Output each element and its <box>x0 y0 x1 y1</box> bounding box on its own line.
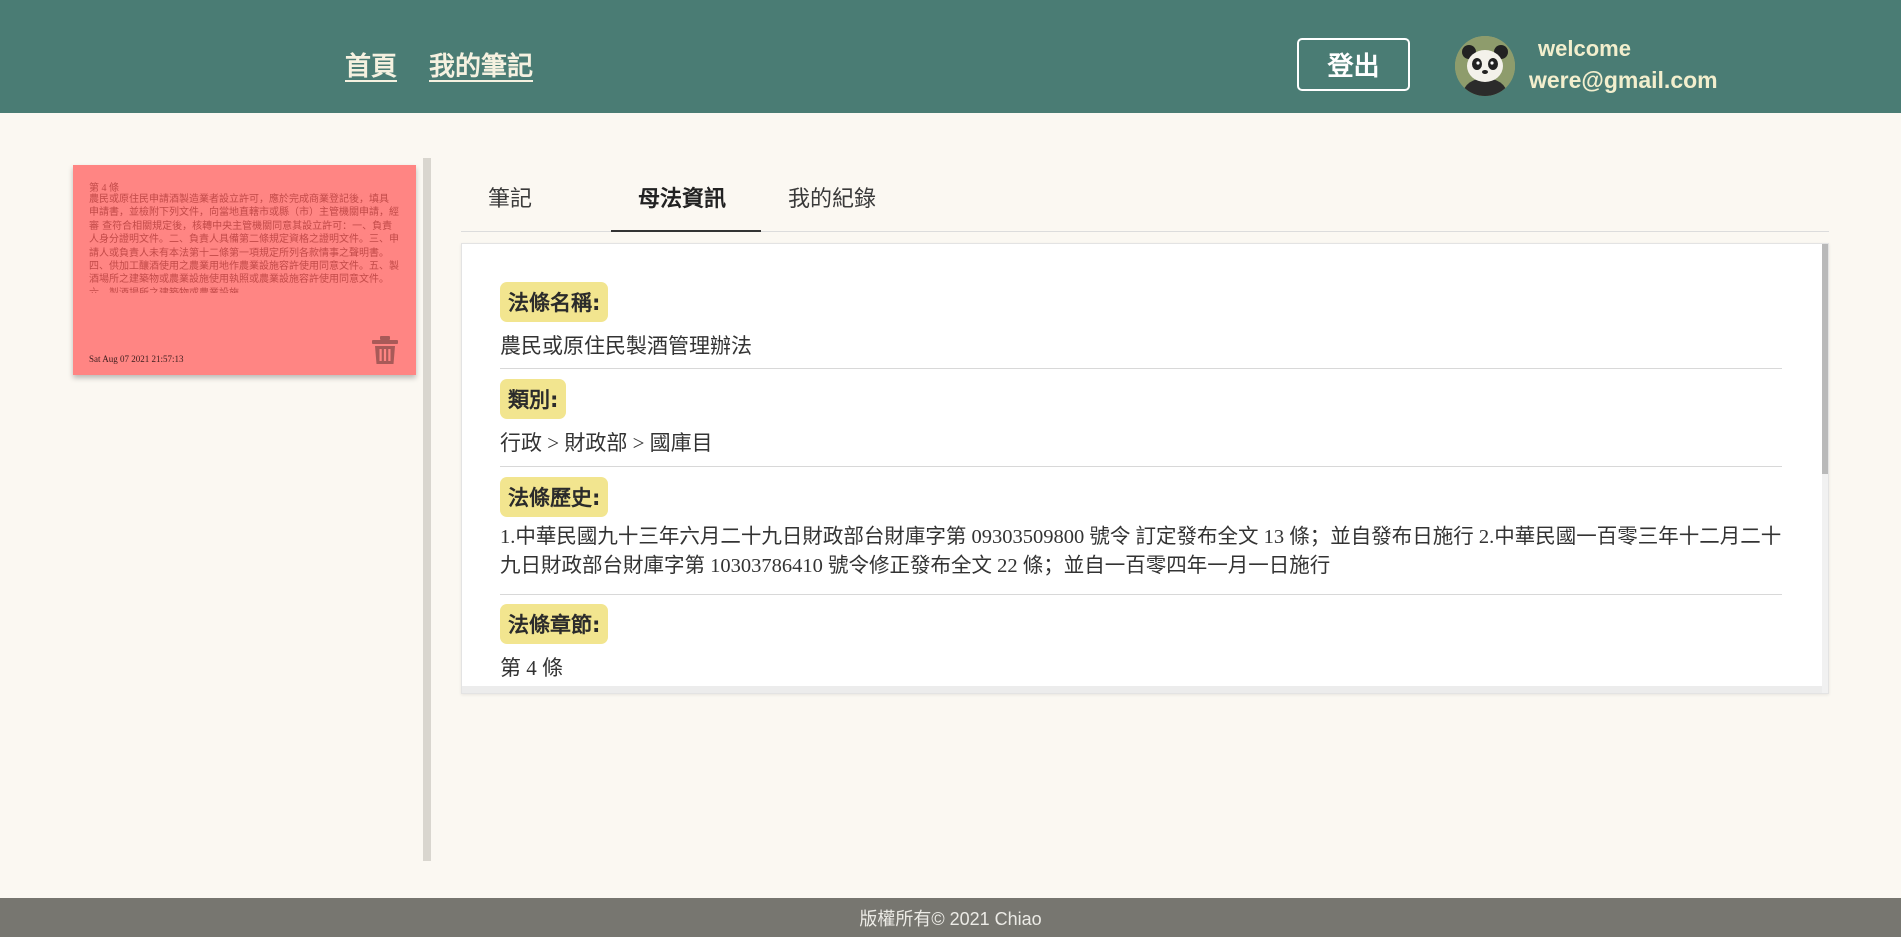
law-name-value: 農民或原住民製酒管理辦法 <box>500 334 752 358</box>
category-label: 類別: <box>500 379 567 419</box>
vertical-scrollbar-thumb[interactable] <box>1822 244 1828 474</box>
horizontal-scrollbar[interactable] <box>462 686 1822 693</box>
chapter-label: 法條章節: <box>500 604 609 644</box>
category-value: 行政 > 財政部 > 國庫目 <box>500 431 713 455</box>
chapter-value: 第 4 條 <box>500 656 563 680</box>
law-info-scroll-area[interactable]: 法條名稱: 農民或原住民製酒管理辦法 類別: 行政 > 財政部 > 國庫目 法條… <box>462 244 1822 686</box>
top-header: 首頁 我的筆記 登出 welcome were@gmail.com <box>0 0 1901 113</box>
user-email: were@gmail.com <box>1529 67 1718 93</box>
active-tab-indicator <box>611 230 761 232</box>
avatar[interactable] <box>1455 36 1515 96</box>
law-name-label: 法條名稱: <box>500 282 609 322</box>
footer: 版權所有© 2021 Chiao <box>0 898 1901 937</box>
divider <box>500 368 1782 369</box>
note-title: 第 4 條 <box>89 183 119 194</box>
nav-home-link[interactable]: 首頁 <box>345 46 397 83</box>
tab-notes[interactable]: 筆記 <box>488 181 532 213</box>
divider <box>500 594 1782 595</box>
trash-icon[interactable] <box>371 335 399 365</box>
nav-my-notes-link[interactable]: 我的筆記 <box>429 46 533 83</box>
divider <box>500 466 1782 467</box>
history-value: 1.中華民國九十三年六月二十九日財政部台財庫字第 09303509800 號令 … <box>500 526 1782 577</box>
note-card[interactable]: 第 4 條 農民或原住民申請酒製造業者設立許可，應於完成商業登記後，填具 申請書… <box>73 165 416 375</box>
note-date: Sat Aug 07 2021 21:57:13 <box>89 354 184 364</box>
note-body: 農民或原住民申請酒製造業者設立許可，應於完成商業登記後，填具 申請書，並檢附下列… <box>89 194 399 293</box>
tab-parent-law-info[interactable]: 母法資訊 <box>638 181 726 213</box>
law-info-panel[interactable]: 法條名稱: 農民或原住民製酒管理辦法 類別: 行政 > 財政部 > 國庫目 法條… <box>461 243 1829 694</box>
footer-copyright: 版權所有© 2021 Chiao <box>859 908 1042 929</box>
tab-my-records[interactable]: 我的紀錄 <box>788 181 876 213</box>
logout-button[interactable]: 登出 <box>1297 38 1410 91</box>
sidebar-divider[interactable] <box>423 158 431 861</box>
welcome-text: welcome <box>1538 36 1631 61</box>
panda-avatar-icon <box>1455 36 1515 96</box>
history-label: 法條歷史: <box>500 477 609 517</box>
